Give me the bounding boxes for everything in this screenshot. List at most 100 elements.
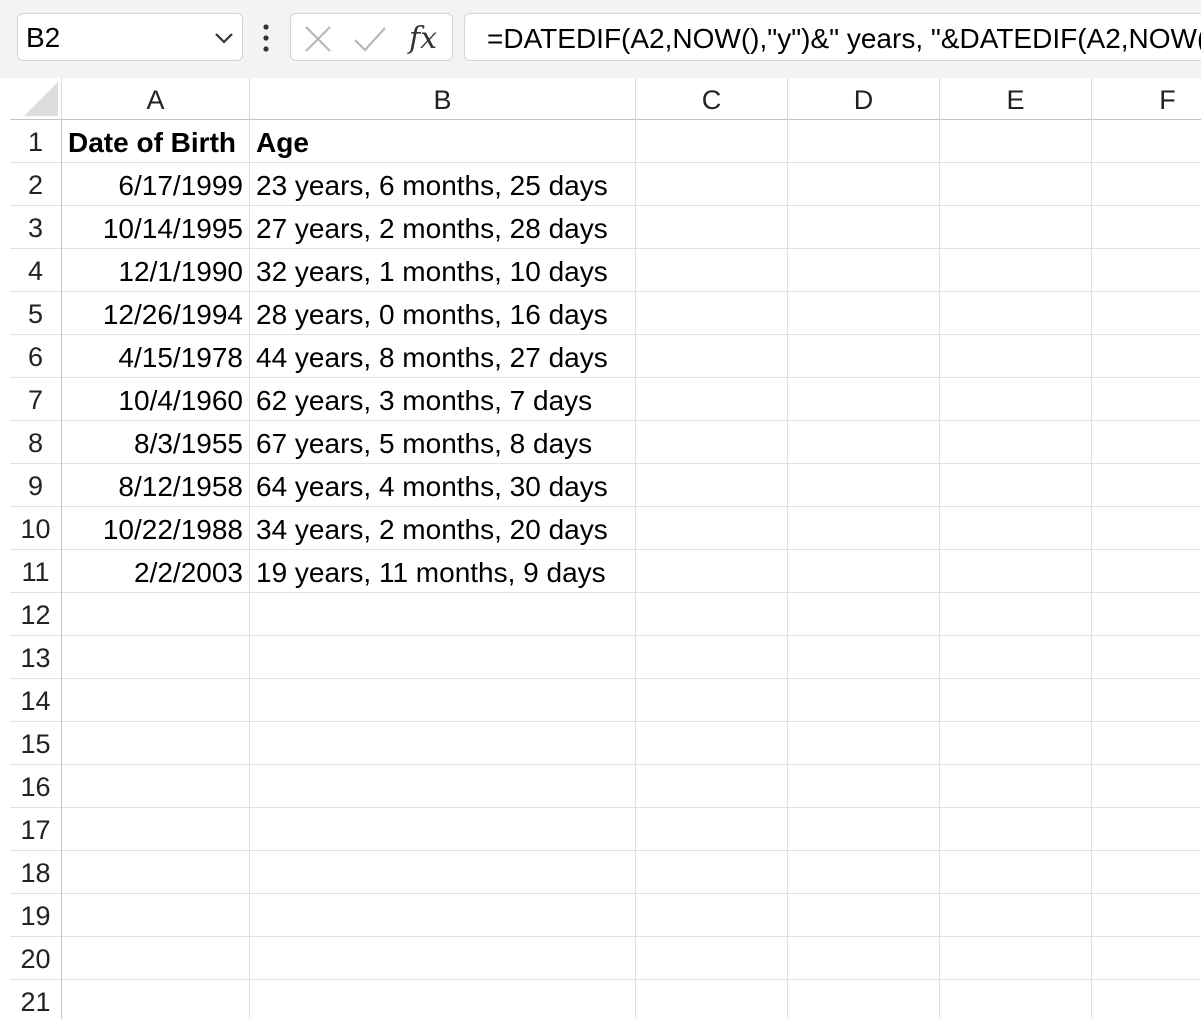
cell-c12[interactable] (636, 593, 788, 636)
cell-a15[interactable] (62, 722, 250, 765)
cell-d14[interactable] (788, 679, 940, 722)
column-header-f[interactable]: F (1092, 78, 1201, 120)
cell-e18[interactable] (940, 851, 1092, 894)
cell-c20[interactable] (636, 937, 788, 980)
cell-b10[interactable]: 34 years, 2 months, 20 days (250, 507, 636, 550)
cell-d11[interactable] (788, 550, 940, 593)
cell-a20[interactable] (62, 937, 250, 980)
row-header-17[interactable]: 17 (10, 808, 62, 851)
cell-c1[interactable] (636, 120, 788, 163)
cell-d13[interactable] (788, 636, 940, 679)
row-header-16[interactable]: 16 (10, 765, 62, 808)
cell-e5[interactable] (940, 292, 1092, 335)
cell-e13[interactable] (940, 636, 1092, 679)
cell-f4[interactable] (1092, 249, 1201, 292)
cell-d21[interactable] (788, 980, 940, 1019)
cell-b16[interactable] (250, 765, 636, 808)
cell-b4[interactable]: 32 years, 1 months, 10 days (250, 249, 636, 292)
row-header-13[interactable]: 13 (10, 636, 62, 679)
row-header-7[interactable]: 7 (10, 378, 62, 421)
column-header-d[interactable]: D (788, 78, 940, 120)
cell-c14[interactable] (636, 679, 788, 722)
cell-c18[interactable] (636, 851, 788, 894)
cell-c9[interactable] (636, 464, 788, 507)
cell-f12[interactable] (1092, 593, 1201, 636)
row-header-5[interactable]: 5 (10, 292, 62, 335)
cell-b15[interactable] (250, 722, 636, 765)
row-header-14[interactable]: 14 (10, 679, 62, 722)
cell-b11[interactable]: 19 years, 11 months, 9 days (250, 550, 636, 593)
cell-f1[interactable] (1092, 120, 1201, 163)
row-header-20[interactable]: 20 (10, 937, 62, 980)
cell-e3[interactable] (940, 206, 1092, 249)
cell-d12[interactable] (788, 593, 940, 636)
cell-d19[interactable] (788, 894, 940, 937)
cell-a17[interactable] (62, 808, 250, 851)
cell-e10[interactable] (940, 507, 1092, 550)
cell-c3[interactable] (636, 206, 788, 249)
cell-b5[interactable]: 28 years, 0 months, 16 days (250, 292, 636, 335)
cell-c11[interactable] (636, 550, 788, 593)
name-box[interactable]: B2 (17, 13, 243, 61)
cell-f17[interactable] (1092, 808, 1201, 851)
row-header-21[interactable]: 21 (10, 980, 62, 1019)
cell-c10[interactable] (636, 507, 788, 550)
cell-e9[interactable] (940, 464, 1092, 507)
cancel-icon[interactable] (303, 24, 333, 54)
column-header-a[interactable]: A (62, 78, 250, 120)
cell-c13[interactable] (636, 636, 788, 679)
cell-f15[interactable] (1092, 722, 1201, 765)
cell-f19[interactable] (1092, 894, 1201, 937)
cell-d4[interactable] (788, 249, 940, 292)
cell-e21[interactable] (940, 980, 1092, 1019)
cell-a3[interactable]: 10/14/1995 (62, 206, 250, 249)
cell-a2[interactable]: 6/17/1999 (62, 163, 250, 206)
cell-c15[interactable] (636, 722, 788, 765)
cell-a6[interactable]: 4/15/1978 (62, 335, 250, 378)
cell-c16[interactable] (636, 765, 788, 808)
cell-e20[interactable] (940, 937, 1092, 980)
cell-f2[interactable] (1092, 163, 1201, 206)
cell-d10[interactable] (788, 507, 940, 550)
row-header-4[interactable]: 4 (10, 249, 62, 292)
cell-c19[interactable] (636, 894, 788, 937)
cell-f21[interactable] (1092, 980, 1201, 1019)
cell-b12[interactable] (250, 593, 636, 636)
enter-icon[interactable] (353, 24, 387, 54)
cell-b20[interactable] (250, 937, 636, 980)
cell-b13[interactable] (250, 636, 636, 679)
cell-e6[interactable] (940, 335, 1092, 378)
cell-c4[interactable] (636, 249, 788, 292)
cell-d17[interactable] (788, 808, 940, 851)
cell-e15[interactable] (940, 722, 1092, 765)
cell-a14[interactable] (62, 679, 250, 722)
row-header-18[interactable]: 18 (10, 851, 62, 894)
cell-f5[interactable] (1092, 292, 1201, 335)
cell-a19[interactable] (62, 894, 250, 937)
cell-a5[interactable]: 12/26/1994 (62, 292, 250, 335)
more-options-icon[interactable] (256, 22, 276, 54)
cell-e2[interactable] (940, 163, 1092, 206)
row-header-10[interactable]: 10 (10, 507, 62, 550)
cell-a18[interactable] (62, 851, 250, 894)
cell-d7[interactable] (788, 378, 940, 421)
cell-d8[interactable] (788, 421, 940, 464)
cell-f10[interactable] (1092, 507, 1201, 550)
cell-b14[interactable] (250, 679, 636, 722)
cell-c6[interactable] (636, 335, 788, 378)
row-header-3[interactable]: 3 (10, 206, 62, 249)
cell-f16[interactable] (1092, 765, 1201, 808)
cell-a12[interactable] (62, 593, 250, 636)
cell-c8[interactable] (636, 421, 788, 464)
cell-b18[interactable] (250, 851, 636, 894)
cell-a21[interactable] (62, 980, 250, 1019)
cell-a4[interactable]: 12/1/1990 (62, 249, 250, 292)
column-header-c[interactable]: C (636, 78, 788, 120)
cell-e19[interactable] (940, 894, 1092, 937)
cell-d20[interactable] (788, 937, 940, 980)
cell-c5[interactable] (636, 292, 788, 335)
cell-f18[interactable] (1092, 851, 1201, 894)
chevron-down-icon[interactable] (212, 26, 236, 50)
cell-a9[interactable]: 8/12/1958 (62, 464, 250, 507)
row-header-2[interactable]: 2 (10, 163, 62, 206)
